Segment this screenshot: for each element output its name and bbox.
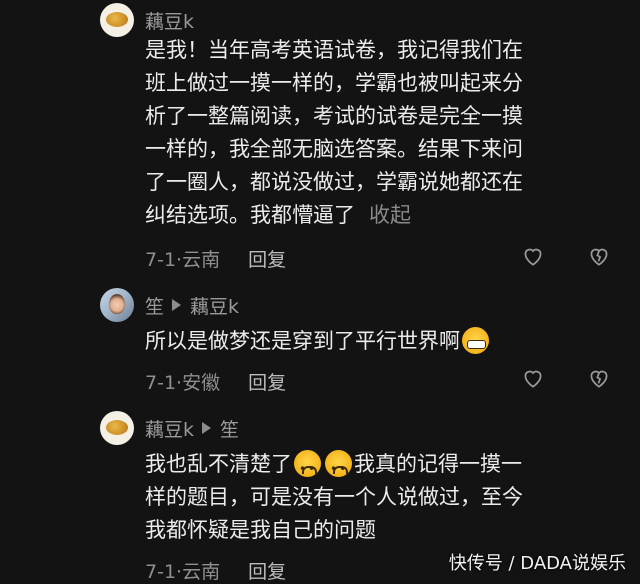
comment-line: 纠结选项。我都懵逼了 收起 [145, 199, 605, 232]
comment-line: 析了一整篇阅读，考试的试卷是完全一摸 [145, 104, 523, 128]
watermark: 快传号 / DADA说娱乐 [448, 553, 626, 574]
comment-line: 样的题目，可是没有一个人说做过，至今 [145, 485, 523, 509]
comment-author-row: 笙 藕豆k [145, 292, 239, 318]
comment-meta: 7-1·云南 回复 [145, 245, 286, 271]
comment-line: 是我！当年高考英语试卷，我记得我们在 [145, 38, 523, 62]
comment-text: 是我！当年高考英语试卷，我记得我们在 班上做过一摸一样的，学霸也被叫起来分 析了… [145, 34, 605, 232]
comment-line: 班上做过一摸一样的，学霸也被叫起来分 [145, 71, 523, 95]
reply-button[interactable]: 回复 [248, 557, 286, 584]
reply-arrow-icon [172, 299, 182, 311]
author-name[interactable]: 笙 [145, 292, 164, 319]
comment-author-row: 藕豆k [145, 7, 194, 33]
heart-outline-icon[interactable] [520, 243, 546, 269]
date-location: 7-1·云南 [145, 560, 221, 583]
comment-line: 了一圈人，都说没做过，学霸说她都还在 [145, 170, 523, 194]
broken-heart-icon[interactable] [586, 243, 612, 269]
avatar[interactable] [100, 411, 134, 445]
comment-line: 我也乱不清楚了 我真的记得一摸一 [145, 448, 605, 486]
comment-meta: 7-1·安徽 回复 [145, 368, 286, 394]
crying-face-emoji-icon [325, 450, 352, 486]
author-name[interactable]: 藕豆k [145, 415, 194, 442]
comment-line-text: 我真的记得一摸一 [354, 452, 522, 476]
comment-line: 我都怀疑是我自己的问题 [145, 518, 376, 542]
reply-arrow-icon [202, 422, 212, 434]
comment-line-text: 我也乱不清楚了 [145, 452, 292, 476]
comment-meta: 7-1·云南 回复 [145, 557, 286, 583]
collapse-button[interactable]: 收起 [369, 203, 411, 227]
comment-author-row: 藕豆k 笙 [145, 415, 239, 441]
date-location: 7-1·安徽 [145, 371, 221, 394]
comment-text: 所以是做梦还是穿到了平行世界啊 [145, 325, 605, 358]
date-location: 7-1·云南 [145, 248, 221, 271]
comment-line-text: 所以是做梦还是穿到了平行世界啊 [145, 329, 460, 353]
avatar[interactable] [100, 3, 134, 37]
reply-button[interactable]: 回复 [248, 245, 286, 272]
reply-button[interactable]: 回复 [248, 368, 286, 395]
author-name[interactable]: 藕豆k [145, 7, 194, 34]
broken-heart-icon[interactable] [586, 365, 612, 391]
crying-face-emoji-icon [294, 450, 321, 486]
comment-line: 一样的，我全部无脑选答案。结果下来问 [145, 137, 523, 161]
grimace-emoji-icon [462, 327, 489, 354]
comment-text: 我也乱不清楚了 我真的记得一摸一 样的题目，可是没有一个人说做过，至今 我都怀疑是… [145, 448, 605, 547]
avatar[interactable] [100, 288, 134, 322]
comment-line-text: 纠结选项。我都懵逼了 [145, 203, 355, 227]
heart-outline-icon[interactable] [520, 365, 546, 391]
reply-to-name[interactable]: 笙 [220, 415, 239, 442]
reply-to-name[interactable]: 藕豆k [190, 292, 239, 319]
